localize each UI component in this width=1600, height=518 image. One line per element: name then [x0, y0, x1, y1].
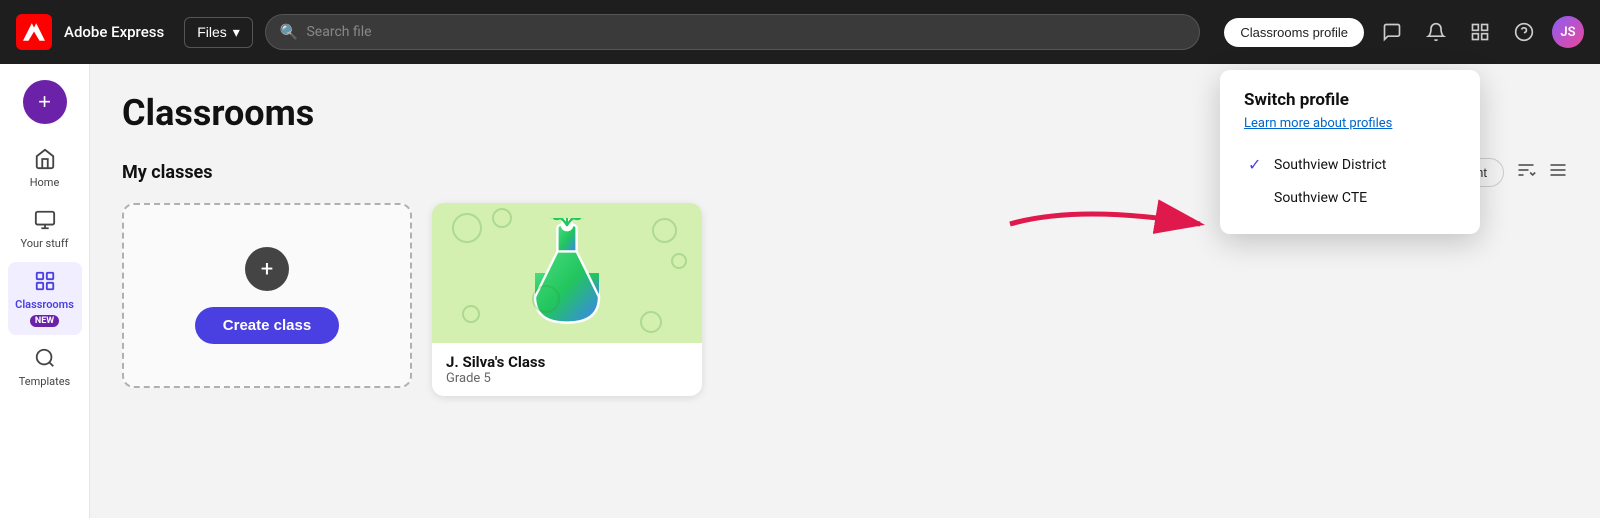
help-icon-button[interactable] — [1508, 16, 1540, 48]
profile-option-southview-district[interactable]: ✓ Southview District — [1244, 147, 1456, 182]
adobe-logo[interactable] — [16, 14, 52, 50]
class-card-info: J. Silva's Class Grade 5 — [432, 343, 702, 396]
top-navigation: Adobe Express Files ▾ 🔍 Search file Clas… — [0, 0, 1600, 64]
switch-profile-dropdown: Switch profile Learn more about profiles… — [1220, 70, 1480, 234]
files-dropdown[interactable]: Files ▾ — [184, 17, 253, 48]
sidebar-item-classrooms[interactable]: Classrooms NEW — [8, 262, 82, 335]
new-badge: NEW — [30, 315, 59, 327]
create-class-button[interactable]: Create class — [195, 307, 339, 344]
class-card-grade: Grade 5 — [446, 371, 688, 386]
switch-profile-title: Switch profile — [1244, 90, 1456, 110]
create-card-plus-circle: + — [245, 247, 289, 291]
check-icon: ✓ — [1248, 155, 1266, 174]
class-card-j-silva[interactable]: J. Silva's Class Grade 5 — [432, 203, 702, 396]
classrooms-icon — [34, 270, 56, 295]
your-stuff-icon — [34, 209, 56, 234]
sidebar-item-templates-label: Templates — [19, 375, 70, 388]
sort-icon-button[interactable] — [1516, 160, 1536, 185]
avatar[interactable]: JS — [1552, 16, 1584, 48]
add-button[interactable]: + — [23, 80, 67, 124]
chat-icon-button[interactable] — [1376, 16, 1408, 48]
sidebar-item-templates[interactable]: Templates — [8, 339, 82, 396]
chevron-down-icon: ▾ — [233, 24, 240, 41]
profile-option-label: Southview District — [1274, 157, 1386, 173]
sidebar-item-home-label: Home — [30, 176, 60, 189]
sidebar-item-classrooms-label: Classrooms — [15, 298, 74, 311]
class-card-name: J. Silva's Class — [446, 353, 688, 371]
class-card-image — [432, 203, 702, 343]
classrooms-profile-button[interactable]: Classrooms profile — [1224, 18, 1364, 47]
sidebar-item-your-stuff[interactable]: Your stuff — [8, 201, 82, 258]
plus-icon: + — [261, 257, 273, 282]
profile-option-label: Southview CTE — [1274, 190, 1367, 206]
search-bar[interactable]: 🔍 Search file — [265, 14, 1201, 50]
bell-icon-button[interactable] — [1420, 16, 1452, 48]
search-icon: 🔍 — [280, 23, 299, 41]
apps-icon-button[interactable] — [1464, 16, 1496, 48]
sidebar-item-home[interactable]: Home — [8, 140, 82, 197]
app-name: Adobe Express — [64, 23, 164, 41]
sidebar: + Home Your stuff Classrooms NEW T — [0, 64, 90, 518]
create-class-card[interactable]: + Create class — [122, 203, 412, 388]
nav-right: Classrooms profile JS — [1224, 16, 1584, 48]
templates-icon — [34, 347, 56, 372]
sidebar-item-your-stuff-label: Your stuff — [20, 237, 68, 250]
plus-icon: + — [38, 89, 51, 115]
my-classes-title: My classes — [122, 162, 213, 183]
home-icon — [34, 148, 56, 173]
profile-option-southview-cte[interactable]: Southview CTE — [1244, 182, 1456, 214]
learn-more-link[interactable]: Learn more about profiles — [1244, 116, 1456, 131]
list-view-button[interactable] — [1548, 160, 1568, 185]
